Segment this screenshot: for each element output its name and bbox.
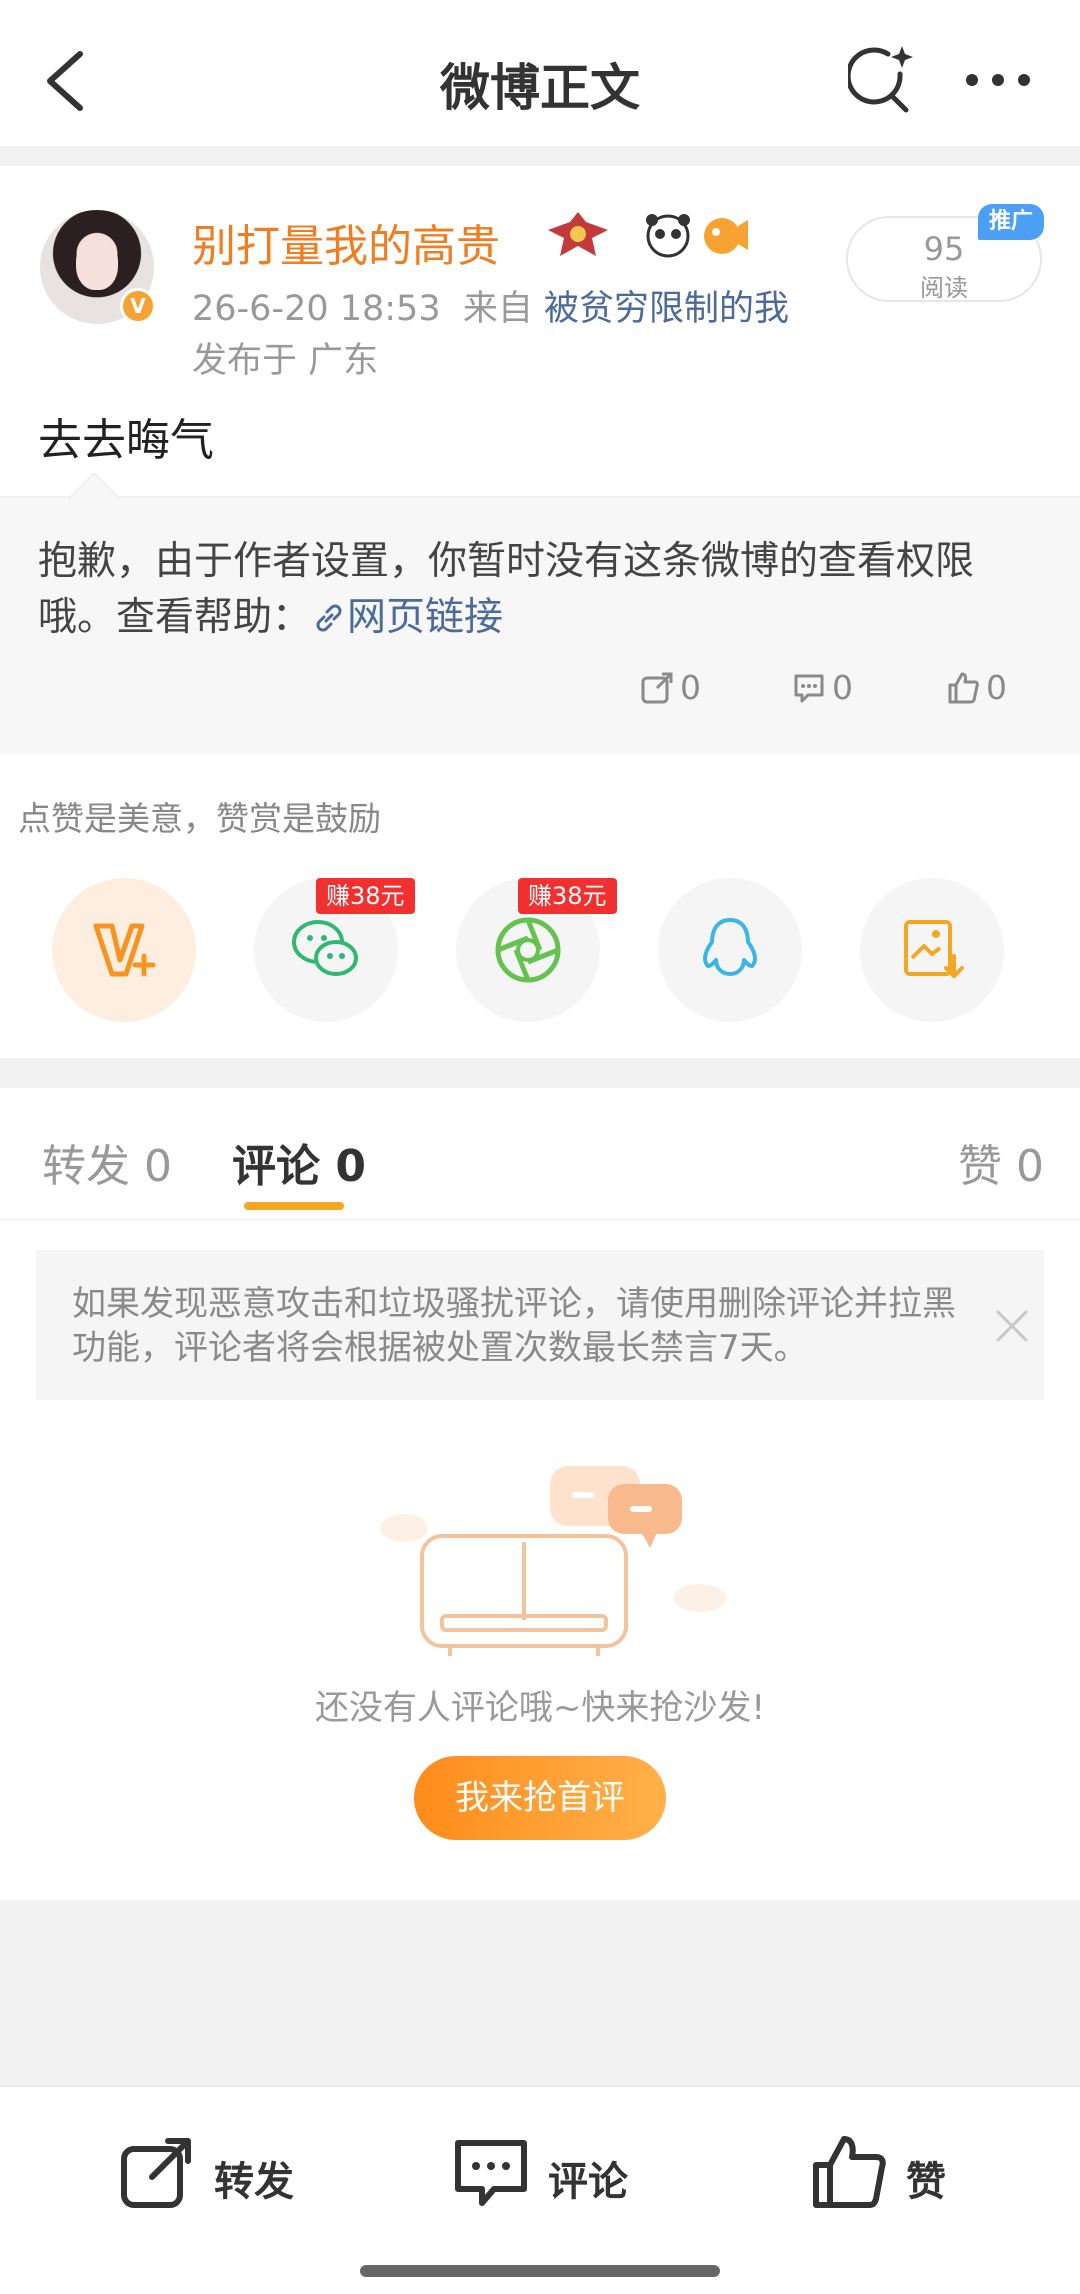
qq-penguin-icon	[703, 918, 757, 976]
refresh-spark-icon[interactable]	[848, 44, 916, 116]
username[interactable]: 别打量我的高贵	[192, 210, 500, 274]
notice-repost[interactable]: 0	[640, 668, 701, 707]
wechat-earn-badge: 赚38元	[316, 878, 415, 914]
tab-like[interactable]: 赞 0	[958, 1130, 1044, 1194]
comment-tip-text: 如果发现恶意攻击和垃圾骚扰评论，请使用删除评论并拉黑功能，评论者将会根据被处置次…	[72, 1284, 956, 1368]
tab-like-count: 0	[1016, 1141, 1044, 1192]
notice-like[interactable]: 0	[946, 668, 1007, 707]
tab-like-label: 赞	[958, 1141, 1002, 1192]
notice-repost-count: 0	[680, 668, 701, 707]
reward-share-section: 点赞是美意，赞赏是鼓励 赚38元 赚38元	[0, 754, 1080, 1058]
moments-shutter-icon	[495, 917, 561, 983]
tab-comment[interactable]: 评论 0	[232, 1130, 366, 1194]
bottom-action-bar: 转发 评论 赞	[0, 2086, 1080, 2294]
comment-icon	[455, 2140, 527, 2206]
image-download-icon	[904, 920, 964, 979]
notice-message: 抱歉，由于作者设置，你暂时没有这条微博的查看权限哦。查看帮助：	[38, 539, 975, 640]
notice-text: 抱歉，由于作者设置，你暂时没有这条微博的查看权限哦。查看帮助： 网页链接	[38, 534, 1048, 646]
web-link[interactable]: 网页链接	[311, 595, 503, 640]
post-location: 发布于 广东	[192, 341, 379, 381]
moments-earn-badge: 赚38元	[518, 878, 617, 914]
tab-comment-label: 评论	[232, 1141, 320, 1192]
save-image-button[interactable]	[860, 878, 1004, 1022]
avatar-face	[76, 238, 118, 290]
page-title: 微博正文	[440, 59, 640, 117]
permission-notice: 抱歉，由于作者设置，你暂时没有这条微博的查看权限哦。查看帮助： 网页链接 0 0 …	[0, 472, 1080, 754]
tab-repost[interactable]: 转发 0	[42, 1130, 172, 1194]
repost-icon	[121, 2138, 191, 2208]
notice-comment-count: 0	[832, 668, 853, 707]
post-tabs: 转发 0 评论 0 赞 0	[0, 1088, 1080, 1220]
share-qq-button[interactable]	[658, 878, 802, 1022]
promote-badge[interactable]: 推广	[978, 204, 1044, 240]
top-nav-bar: 微博正文	[0, 0, 1080, 146]
user-badges-icon	[548, 212, 748, 258]
v-badge-icon: V	[120, 288, 156, 324]
tab-repost-count: 0	[144, 1141, 172, 1192]
active-tab-indicator	[244, 1202, 344, 1210]
source-prefix: 来自	[462, 289, 533, 329]
post-meta: 26-6-20 18:53 来自 被贫穷限制的我	[192, 280, 789, 331]
link-icon	[316, 604, 342, 632]
like-label: 赞	[906, 2159, 946, 2205]
comment-area: 如果发现恶意攻击和垃圾骚扰评论，请使用删除评论并拉黑功能，评论者将会根据被处置次…	[0, 1220, 1080, 1900]
empty-sofa-illustration	[380, 1466, 726, 1656]
tab-repost-label: 转发	[42, 1141, 130, 1192]
comment-label: 评论	[548, 2159, 628, 2205]
empty-comments-text: 还没有人评论哦~快来抢沙发!	[314, 1688, 766, 1728]
web-link-label: 网页链接	[347, 595, 504, 640]
comment-icon	[794, 674, 824, 703]
home-indicator	[360, 2265, 720, 2277]
reads-label: 阅读	[920, 274, 968, 302]
wechat-icon	[292, 920, 358, 976]
more-dots-icon[interactable]	[962, 60, 1034, 100]
vip-plus-icon	[93, 923, 156, 977]
repost-icon	[641, 672, 673, 704]
reward-title: 点赞是美意，赞赏是鼓励	[18, 799, 381, 838]
comment-tip-banner: 如果发现恶意攻击和垃圾骚扰评论，请使用删除评论并拉黑功能，评论者将会根据被处置次…	[36, 1250, 1044, 1400]
post-card: V 别打量我的高贵 26-6-20 18:53 来自 被贫穷限制的我 发布于 广…	[0, 166, 1080, 496]
repost-label: 转发	[214, 2159, 294, 2205]
reward-vip-button[interactable]	[52, 878, 196, 1022]
notice-comment[interactable]: 0	[792, 668, 853, 707]
tab-comment-count: 0	[335, 1141, 366, 1192]
close-icon[interactable]	[992, 1306, 1032, 1346]
thumbs-up-icon	[813, 2136, 886, 2208]
post-text: 去去晦气	[38, 415, 214, 466]
post-source-link[interactable]: 被贫穷限制的我	[544, 289, 789, 329]
notice-like-count: 0	[986, 668, 1007, 707]
post-date: 26-6-20 18:53	[192, 289, 441, 329]
first-comment-button[interactable]: 我来抢首评	[414, 1756, 666, 1840]
like-icon	[948, 672, 979, 704]
